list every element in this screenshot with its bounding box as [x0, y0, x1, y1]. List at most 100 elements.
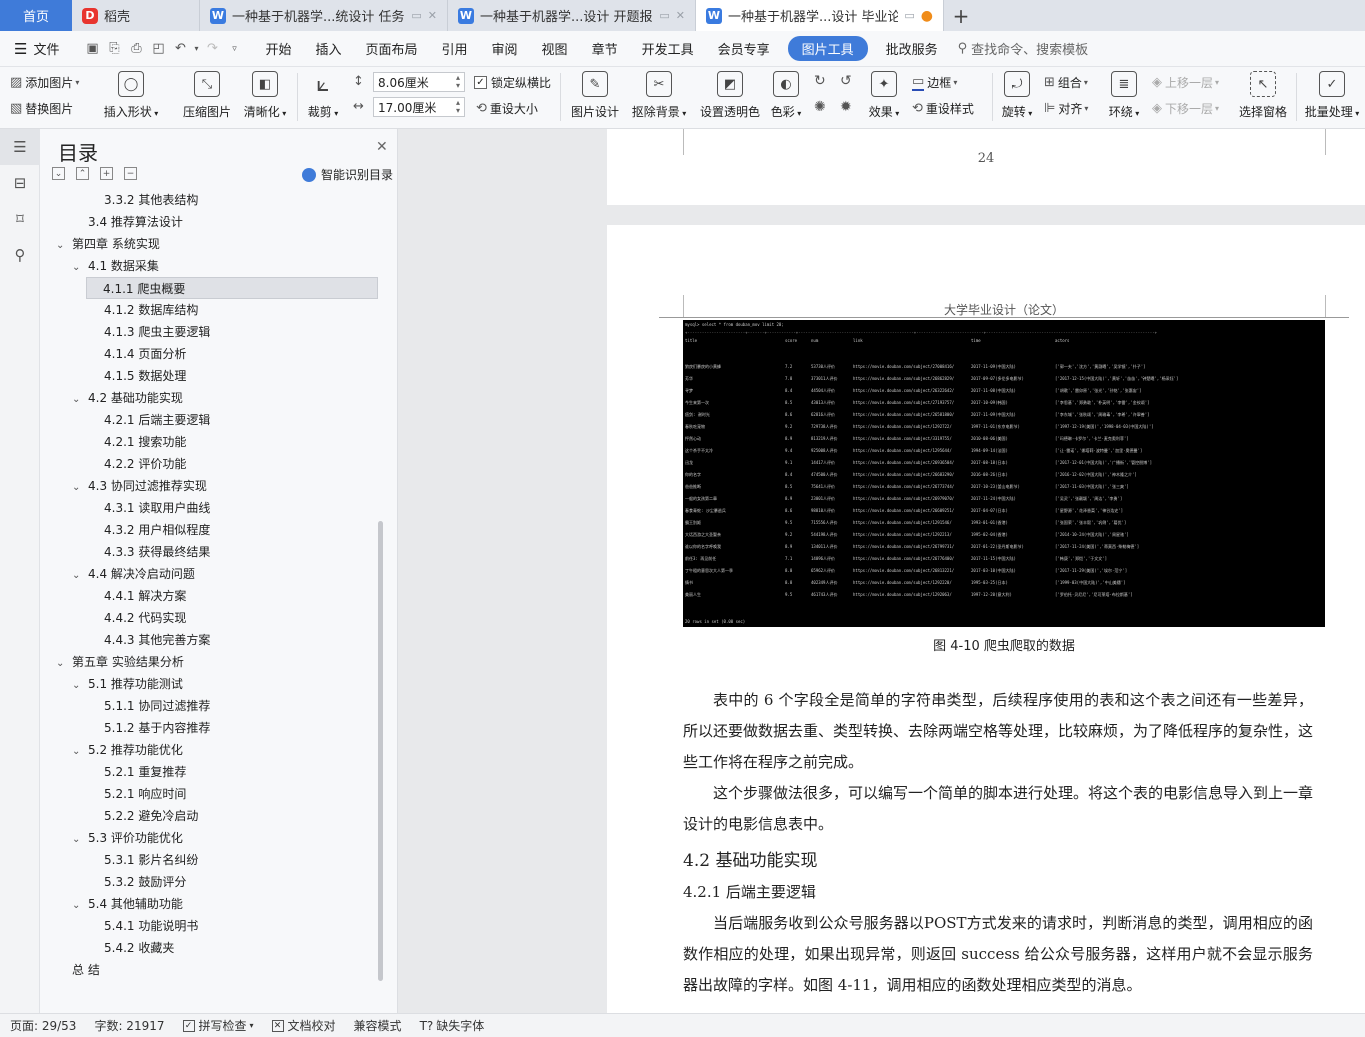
wrap-button[interactable]: ≣ 环绕 ▾ — [1102, 71, 1146, 120]
chevron-down-icon[interactable]: ⌄ — [72, 389, 88, 411]
color-button[interactable]: ◐ 色彩 ▾ — [766, 71, 806, 120]
toc-item[interactable]: 5.3.2 鼓励评分 — [88, 871, 186, 893]
selection-pane-button[interactable]: ↖ 选择窗格 — [1234, 71, 1292, 120]
crop-button[interactable]: ⟀ 裁剪 ▾ — [298, 71, 348, 120]
sharpen-button[interactable]: ◧ 清晰化 ▾ — [232, 71, 298, 120]
border-button[interactable]: ▭ 边框 ▾ — [912, 74, 960, 91]
spinner-icon[interactable]: ▴ ▾ — [456, 99, 460, 115]
effects-button[interactable]: ✦ 效果 ▾ — [864, 71, 904, 120]
chevron-down-icon[interactable]: ⌄ — [72, 675, 88, 697]
toc-item[interactable]: 4.1.5 数据处理 — [88, 365, 186, 387]
tab-home[interactable]: 首页 — [0, 0, 72, 31]
insert-shape-button[interactable]: ◯ 插入形状 ▾ — [98, 71, 164, 120]
new-tab-icon[interactable]: + — [944, 0, 978, 31]
lock-ratio-checkbox[interactable]: ✓ 锁定纵横比 — [474, 74, 551, 91]
toc-item[interactable]: 4.1.3 爬虫主要逻辑 — [88, 321, 210, 343]
undo-icon[interactable]: ↶ — [169, 41, 191, 56]
chevron-down-icon[interactable]: ⌄ — [72, 829, 88, 851]
replace-image-button[interactable]: ▧ 替换图片 — [10, 100, 73, 117]
menu-page-layout[interactable]: 页面布局 — [354, 39, 430, 58]
group-button[interactable]: ⊞ 组合 ▾ — [1044, 74, 1091, 91]
chevron-down-icon[interactable]: ⌄ — [72, 477, 88, 499]
tab-proposal[interactable]: W 一种基于机器学...设计 开题报告 ▭ ✕ — [448, 0, 696, 31]
toc-item[interactable]: ⌄ 4.1 数据采集 — [72, 255, 159, 277]
chevron-down-icon[interactable]: ⌄ — [72, 741, 88, 763]
missing-font-button[interactable]: T? 缺失字体 — [420, 1017, 485, 1034]
command-search[interactable]: ⚲ 查找命令、搜索模板 — [958, 39, 1089, 58]
search-icon[interactable]: ⚲ — [0, 237, 40, 273]
toc-item[interactable]: ⌄ 4.4 解决冷启动问题 — [72, 563, 195, 585]
add-image-button[interactable]: ▨ 添加图片 ▾ — [10, 74, 82, 91]
customize-dropdown-icon[interactable]: ▿ — [223, 44, 245, 54]
bookmark-icon[interactable]: ⌑ — [0, 201, 40, 237]
chevron-down-icon[interactable]: ⌄ — [72, 257, 88, 279]
toc-item[interactable]: 5.4.1 功能说明书 — [88, 915, 198, 937]
toc-item[interactable]: 4.1.4 页面分析 — [88, 343, 186, 365]
tab-window-icon[interactable]: ▭ — [659, 9, 669, 22]
rotate-button[interactable]: ⤾ 旋转 ▾ — [994, 71, 1040, 120]
toc-item[interactable]: ⌄ 4.3 协同过滤推荐实现 — [72, 475, 207, 497]
align-button[interactable]: ⊫ 对齐 ▾ — [1044, 100, 1091, 117]
toc-item[interactable]: 3.4 推荐算法设计 — [72, 211, 183, 233]
toc-item[interactable]: ⌄ 第四章 系统实现 — [56, 233, 160, 255]
menu-start[interactable]: 开始 — [253, 39, 303, 58]
toc-item[interactable]: 4.1.1 爬虫概要 — [86, 277, 378, 299]
menu-view[interactable]: 视图 — [530, 39, 580, 58]
send-backward-button[interactable]: ◈ 下移一层 ▾ — [1152, 100, 1222, 117]
toc-item[interactable]: 5.3.1 影片名纠纷 — [88, 849, 198, 871]
contrast-down-icon[interactable]: ✹ — [840, 99, 852, 115]
reset-size-button[interactable]: ⟲ 重设大小 — [476, 100, 538, 117]
spinner-icon[interactable]: ▴ ▾ — [456, 74, 460, 90]
brightness-up-icon[interactable]: ↻ — [814, 73, 826, 89]
remove-background-button[interactable]: ✂ 抠除背景 ▾ — [626, 71, 692, 120]
chevron-down-icon[interactable]: ⌄ — [72, 895, 88, 917]
toc-item[interactable]: 4.1.2 数据库结构 — [88, 299, 198, 321]
set-transparent-button[interactable]: ◩ 设置透明色 — [696, 71, 764, 120]
page-indicator[interactable]: 页面: 29/53 — [10, 1017, 76, 1034]
toc-item[interactable]: 4.2.1 搜索功能 — [88, 431, 186, 453]
toc-item[interactable]: 5.1.1 协同过滤推荐 — [88, 695, 210, 717]
crawler-data-image[interactable]: mysql> select * from douban_mov limit 20… — [683, 320, 1325, 627]
file-menu[interactable]: ☰ 文件 — [0, 39, 71, 59]
save-icon[interactable]: ▣ — [81, 41, 103, 56]
toc-item[interactable]: 4.4.2 代码实现 — [88, 607, 186, 629]
toc-item[interactable]: ⌄ 第五章 实验结果分析 — [56, 651, 184, 673]
word-count[interactable]: 字数: 21917 — [94, 1017, 164, 1034]
smart-toc-button[interactable]: 智能识别目录 — [302, 166, 393, 183]
toc-item[interactable]: ⌄ 5.2 推荐功能优化 — [72, 739, 183, 761]
collapse-all-icon[interactable]: ⌃ — [76, 167, 89, 180]
toc-item[interactable]: 总 结 — [56, 959, 100, 981]
redo-icon[interactable]: ↷ — [201, 41, 223, 56]
spell-check-button[interactable]: ✓ 拼写检查 ▾ — [182, 1017, 254, 1034]
tab-task-book[interactable]: W 一种基于机器学...统设计 任务书 ▭ ✕ — [200, 0, 448, 31]
toc-item[interactable]: ⌄ 5.4 其他辅助功能 — [72, 893, 183, 915]
remove-heading-icon[interactable]: − — [124, 167, 137, 180]
toc-item[interactable]: 5.2.2 避免冷启动 — [88, 805, 198, 827]
menu-picture-tools[interactable]: 图片工具 — [787, 36, 868, 61]
toc-item[interactable]: 5.4.2 收藏夹 — [88, 937, 174, 959]
toc-item[interactable]: 4.4.3 其他完善方案 — [88, 629, 210, 651]
menu-references[interactable]: 引用 — [430, 39, 480, 58]
contrast-up-icon[interactable]: ✺ — [814, 99, 826, 115]
proofread-button[interactable]: ✕ 文档校对 — [271, 1017, 336, 1034]
batch-process-button[interactable]: ✓ 批量处理 ▾ — [1300, 71, 1364, 120]
menu-review[interactable]: 审阅 — [480, 39, 530, 58]
chevron-down-icon[interactable]: ⌄ — [56, 235, 72, 257]
print-preview-icon[interactable]: ◰ — [147, 41, 169, 56]
toc-item[interactable]: 4.2.2 评价功能 — [88, 453, 186, 475]
width-field[interactable]: 8.06厘米 ▴ ▾ — [373, 72, 465, 92]
toc-panel-icon[interactable]: ☰ — [0, 129, 40, 165]
tab-docer[interactable]: D 稻壳 — [72, 0, 200, 31]
print-icon[interactable]: ⎙ — [125, 41, 147, 56]
toc-item[interactable]: ⌄ 5.3 评价功能优化 — [72, 827, 183, 849]
toc-scrollbar[interactable] — [378, 521, 383, 981]
tab-window-icon[interactable]: ▭ — [411, 9, 421, 22]
toc-item[interactable]: 5.1.2 基于内容推荐 — [88, 717, 210, 739]
reset-style-button[interactable]: ⟲ 重设样式 — [912, 100, 974, 117]
brightness-down-icon[interactable]: ↺ — [840, 73, 852, 89]
add-heading-icon[interactable]: + — [100, 167, 113, 180]
toc-item[interactable]: 4.3.1 读取用户曲线 — [88, 497, 210, 519]
toc-item[interactable]: 5.2.1 重复推荐 — [88, 761, 186, 783]
close-icon[interactable]: ✕ — [376, 139, 388, 155]
menu-chapter[interactable]: 章节 — [580, 39, 630, 58]
